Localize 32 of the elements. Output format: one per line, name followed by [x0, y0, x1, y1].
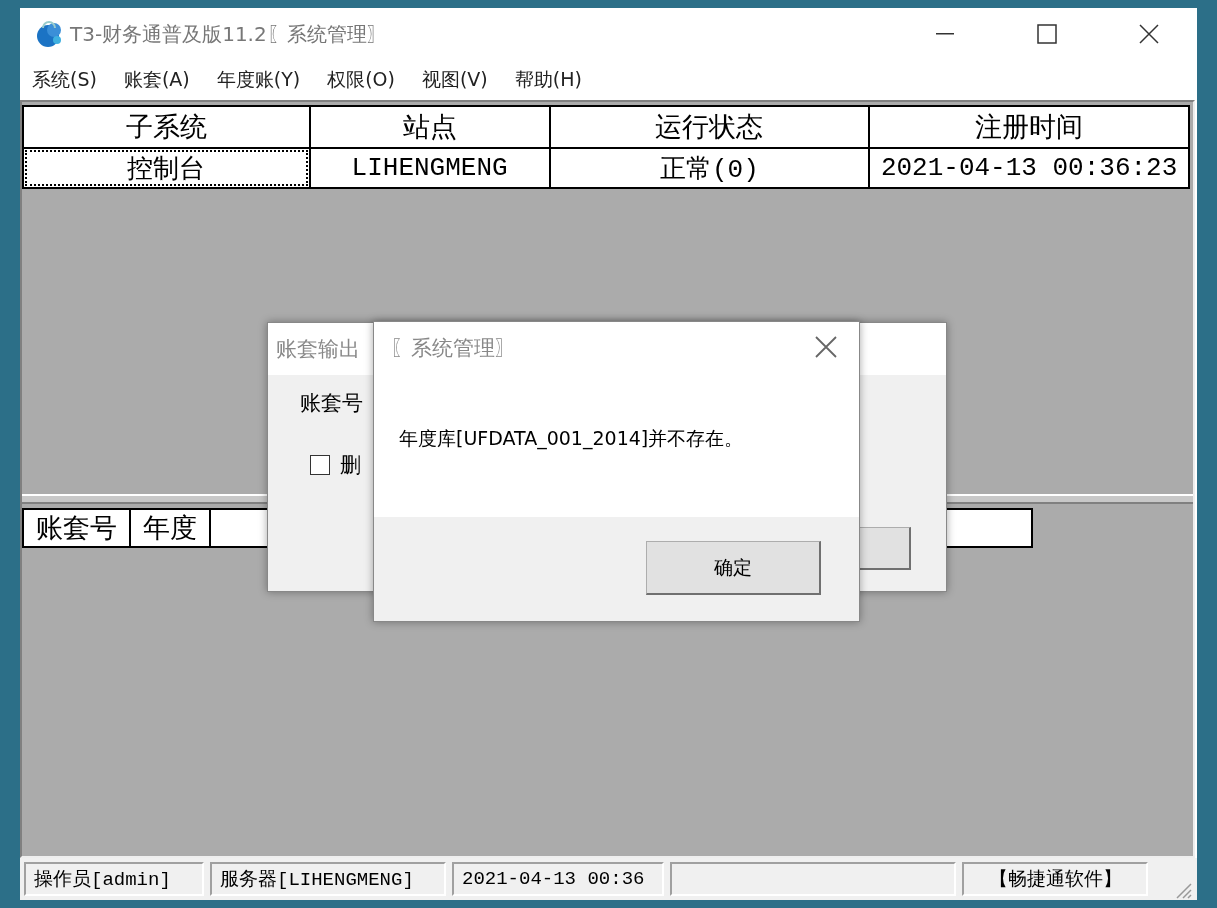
- window-title: T3-财务通普及版11.2〖系统管理〗: [70, 20, 388, 48]
- menu-item[interactable]: 账套(A): [115, 67, 198, 93]
- column-header: 站点: [309, 106, 550, 148]
- column-header: 运行状态: [549, 106, 870, 148]
- ok-button[interactable]: 确定: [646, 541, 821, 595]
- field-label: 账套号: [300, 390, 364, 417]
- column-header: 子系统: [23, 106, 310, 148]
- checkbox[interactable]: [310, 455, 330, 475]
- cloud-app-icon: [34, 20, 64, 48]
- dialog-title: 〖系统管理〗: [374, 322, 859, 374]
- close-icon[interactable]: [1139, 24, 1159, 44]
- status-panel: 服务器[LIHENGMENG]: [210, 862, 446, 896]
- column-header: 年度: [130, 509, 210, 547]
- menu-item[interactable]: 帮助(H): [506, 67, 590, 93]
- status-panel: 【畅捷通软件】: [962, 862, 1148, 896]
- message-text: 年度库[UFDATA_001_2014]并不存在。: [399, 427, 744, 449]
- table-cell[interactable]: 正常(0): [549, 148, 870, 188]
- column-header: 账套号: [23, 509, 130, 547]
- menu-item[interactable]: 系统(S): [24, 67, 105, 93]
- status-panel: 2021-04-13 00:36: [452, 862, 664, 896]
- close-button[interactable]: [813, 334, 839, 360]
- menu-item[interactable]: 权限(O): [319, 67, 403, 93]
- column-header: 注册时间: [869, 106, 1189, 148]
- maximize-icon[interactable]: [1037, 24, 1057, 44]
- status-panel: 操作员[admin]: [24, 862, 204, 896]
- minimize-icon[interactable]: [936, 33, 954, 35]
- table-cell[interactable]: 2021-04-13 00:36:23: [869, 148, 1189, 188]
- menu-item[interactable]: 视图(V): [413, 67, 496, 93]
- table-cell[interactable]: LIHENGMENG: [309, 148, 550, 188]
- checkbox-label: 删: [340, 452, 361, 479]
- menu-item[interactable]: 年度账(Y): [208, 67, 309, 93]
- table-cell[interactable]: 控制台: [23, 148, 310, 188]
